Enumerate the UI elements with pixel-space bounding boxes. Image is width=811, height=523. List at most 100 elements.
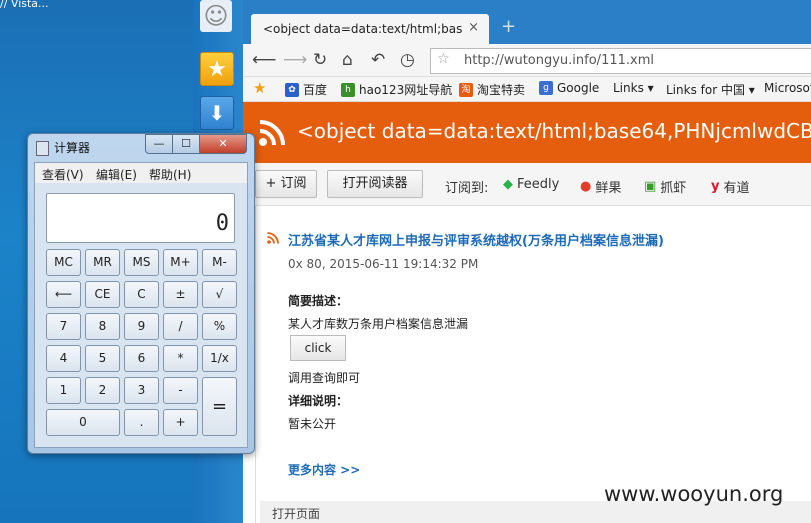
key-4[interactable]: 4 [46,345,81,372]
key-multiply[interactable]: * [163,345,198,372]
favorites-star-icon[interactable]: ★ [200,52,234,86]
key-minus[interactable]: - [163,377,198,404]
menu-help[interactable]: 帮助(H) [149,166,191,183]
click-button[interactable]: click [290,335,346,361]
download-arrow-icon[interactable]: ⬇ [200,96,234,130]
key-mr[interactable]: MR [85,249,120,276]
service-zhuaxia[interactable]: ▣ 抓虾 [644,177,686,196]
detail-label: 详细说明： [288,394,349,408]
new-tab-button[interactable]: + [501,16,516,37]
service-label: 有道 [723,181,750,196]
close-button[interactable]: ✕ [199,134,247,154]
key-ms[interactable]: MS [124,249,159,276]
bookmark-google[interactable]: g Google [539,81,599,95]
key-mminus[interactable]: M- [202,249,237,276]
key-backspace[interactable]: ⟵ [46,281,81,308]
key-sqrt[interactable]: √ [202,281,237,308]
key-divide[interactable]: / [163,313,198,340]
smiley-icon[interactable]: ☺ [200,0,232,32]
address-bar[interactable]: ☆ http://wutongyu.info/111.xml [430,48,811,74]
key-3[interactable]: 3 [124,377,159,404]
service-label: Feedly [517,177,560,192]
minimize-button[interactable]: — [145,134,173,154]
bookmark-baidu[interactable]: ✿ 百度 [285,81,327,98]
key-8[interactable]: 8 [85,313,120,340]
tab-strip: <object data=data:text/html;base... × + [243,0,811,44]
apple-icon: ● [580,179,592,194]
desktop-text: // Vista... [0,0,49,10]
detail-text: 暂未公开 [288,417,337,431]
display-value: 0 [215,211,229,236]
key-7[interactable]: 7 [46,313,81,340]
subscribe-bar: + 订阅 打开阅读器 订阅到: ◆ Feedly ● 鲜果 ▣ 抓虾 y 有道 [243,163,811,206]
browser-tab[interactable]: <object data=data:text/html;base... × [251,14,489,44]
key-6[interactable]: 6 [124,345,159,372]
rss-icon [259,120,285,146]
open-reader-button[interactable]: 打开阅读器 [327,170,423,198]
bookmark-hao123[interactable]: h hao123网址导航 [341,81,452,98]
key-2[interactable]: 2 [85,377,120,404]
home-icon[interactable]: ⌂ [342,50,353,70]
key-plus[interactable]: + [163,409,198,436]
menu-edit[interactable]: 编辑(E) [96,166,137,183]
bookmark-links-china[interactable]: Links for 中国 ▾ [666,81,755,98]
menu-bar: 查看(V) 编辑(E) 帮助(H) [35,163,247,183]
bookmark-links[interactable]: Links ▾ [613,81,654,95]
entry-title-link[interactable]: 江苏省某人才库网上申报与评审系统越权(万条用户档案信息泄漏) [288,230,664,249]
key-1[interactable]: 1 [46,377,81,404]
bookmark-taobao[interactable]: 淘 淘宝特卖 [459,81,525,98]
service-label: 抓虾 [660,181,687,196]
calculator-icon [36,141,49,156]
feedly-icon: ◆ [503,177,513,192]
reload-icon[interactable]: ↻ [313,50,327,70]
undo-icon[interactable]: ↶ [371,50,385,70]
history-icon[interactable]: ◷ [400,50,415,70]
google-icon: g [539,81,553,95]
more-link[interactable]: 更多内容 >> [288,461,360,478]
maximize-button[interactable]: ☐ [172,134,200,154]
subscribe-to-label: 订阅到: [445,181,489,196]
service-feedly[interactable]: ◆ Feedly [503,177,559,192]
forward-icon[interactable]: ⟶ [283,50,307,70]
subscribe-button[interactable]: + 订阅 [255,170,317,198]
bookmark-label: Links for 中国 ▾ [666,83,755,97]
bookmark-label: Google [557,81,600,95]
bookmarks-star-icon[interactable]: ★ [253,79,266,97]
summary-label: 简要描述： [288,294,349,308]
zhuaxia-icon: ▣ [644,179,657,194]
entry-meta: 0x 80, 2015-06-11 19:14:32 PM [288,257,479,271]
paw-icon: ✿ [285,82,299,97]
key-decimal[interactable]: . [124,409,159,436]
bookmark-label: Microsof [764,81,811,95]
service-youdao[interactable]: y 有道 [711,177,750,196]
service-xianguo[interactable]: ● 鲜果 [580,177,621,196]
navigation-bar: ⟵ ⟶ ↻ ⌂ ↶ ◷ ☆ http://wutongyu.info/111.x… [243,44,811,77]
key-reciprocal[interactable]: 1/x [202,345,237,372]
key-equals[interactable]: = [202,377,237,436]
key-ce[interactable]: CE [85,281,120,308]
youdao-icon: y [711,179,720,194]
key-plusminus[interactable]: ± [163,281,198,308]
key-percent[interactable]: % [202,313,237,340]
key-5[interactable]: 5 [85,345,120,372]
tab-title: <object data=data:text/html;base... [263,22,463,36]
open-page-link[interactable]: 打开页面 [272,505,320,522]
bookmark-label: 百度 [303,83,328,97]
calculator-display: 0 [46,193,235,243]
feed-title: <object data=data:text/html;base64,PHNjc… [297,119,811,143]
window-title: 计算器 [54,141,91,155]
close-tab-icon[interactable]: × [468,20,479,35]
bookmark-label: Links ▾ [613,81,654,95]
key-9[interactable]: 9 [124,313,159,340]
key-mc[interactable]: MC [46,249,81,276]
key-mplus[interactable]: M+ [163,249,198,276]
key-c[interactable]: C [124,281,159,308]
bookmark-star-icon[interactable]: ☆ [437,51,450,67]
back-icon[interactable]: ⟵ [252,50,276,70]
menu-view[interactable]: 查看(V) [42,166,84,183]
service-label: 鲜果 [595,181,622,196]
bookmark-microsoft[interactable]: Microsof [764,81,811,95]
calculator-body: 查看(V) 编辑(E) 帮助(H) 0 MC MR MS M+ M- ⟵ CE … [34,162,248,448]
key-0[interactable]: 0 [46,409,120,436]
feed-header: <object data=data:text/html;base64,PHNjc… [243,102,811,163]
